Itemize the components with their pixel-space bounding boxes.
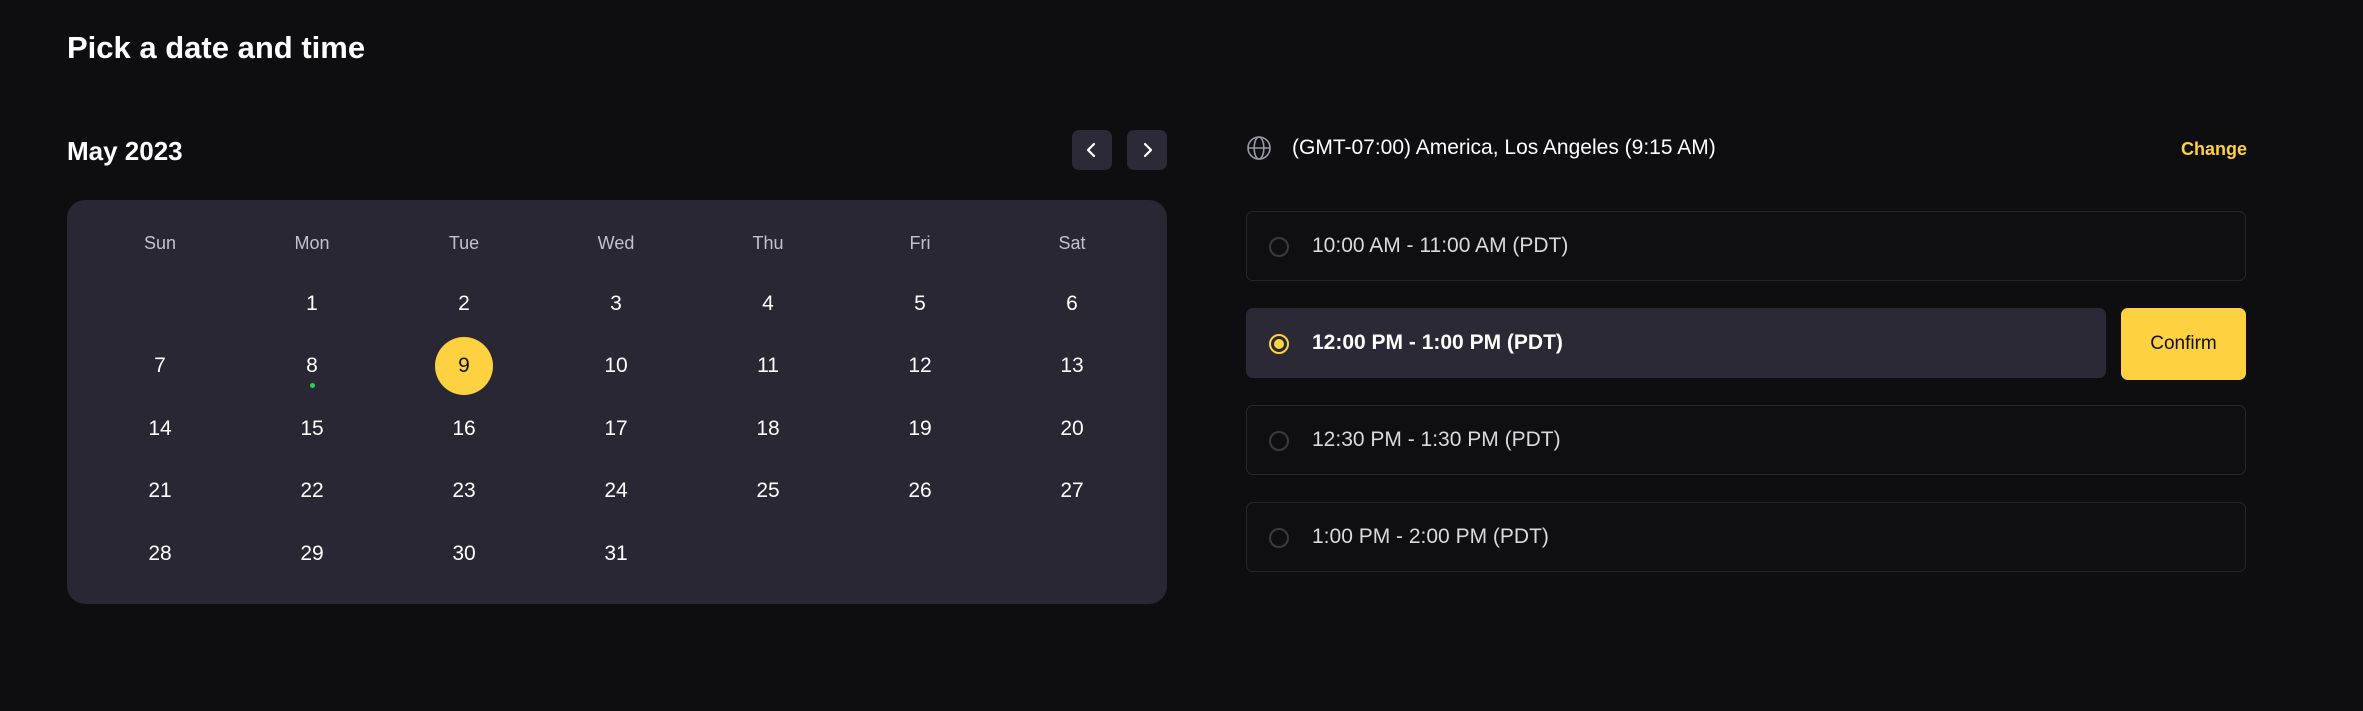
day-number: 27 (1060, 479, 1084, 502)
next-month-button[interactable] (1127, 130, 1167, 170)
weekday-label: Wed (597, 233, 635, 253)
time-slot-label: 1:00 PM - 2:00 PM (PDT) (1312, 525, 1549, 548)
calendar-day-8[interactable]: 8 (283, 337, 341, 395)
time-slot-label: 12:30 PM - 1:30 PM (PDT) (1312, 428, 1561, 451)
calendar-day-25[interactable]: 25 (739, 462, 797, 520)
day-number: 6 (1066, 292, 1078, 315)
timezone-label: (GMT-07:00) America, Los Angeles (9:15 A… (1292, 136, 1716, 159)
calendar-day-22[interactable]: 22 (283, 462, 341, 520)
calendar-day-29[interactable]: 29 (283, 525, 341, 583)
calendar-day-28[interactable]: 28 (131, 525, 189, 583)
calendar-day-31[interactable]: 31 (587, 525, 645, 583)
day-number: 8 (306, 354, 318, 377)
calendar-day-11[interactable]: 11 (739, 337, 797, 395)
weekday-label: Thu (752, 233, 784, 253)
day-number: 5 (914, 292, 926, 315)
calendar-day-4[interactable]: 4 (739, 275, 797, 333)
previous-month-button[interactable] (1072, 130, 1112, 170)
radio-unchecked-icon[interactable] (1269, 237, 1289, 257)
calendar-day-30[interactable]: 30 (435, 525, 493, 583)
calendar-day-21[interactable]: 21 (131, 462, 189, 520)
day-number: 12 (908, 354, 932, 377)
calendar-day-17[interactable]: 17 (587, 400, 645, 458)
weekday-header-row: Sun Mon Tue Wed Thu Fri Sat (67, 228, 1167, 258)
time-slot-option[interactable]: 12:30 PM - 1:30 PM (PDT) (1246, 405, 2246, 475)
day-number: 2 (458, 292, 470, 315)
calendar-day-12[interactable]: 12 (891, 337, 949, 395)
calendar-day-19[interactable]: 19 (891, 400, 949, 458)
calendar-day-23[interactable]: 23 (435, 462, 493, 520)
time-slot-option[interactable]: 10:00 AM - 11:00 AM (PDT) (1246, 211, 2246, 281)
day-number: 17 (604, 417, 628, 440)
day-number: 7 (154, 354, 166, 377)
day-number: 3 (610, 292, 622, 315)
calendar-day-6[interactable]: 6 (1043, 275, 1101, 333)
page-title: Pick a date and time (67, 30, 366, 65)
calendar-day-16[interactable]: 16 (435, 400, 493, 458)
change-timezone-link[interactable]: Change (2181, 132, 2247, 166)
weekday-label: Sat (1058, 233, 1086, 253)
day-number: 10 (604, 354, 628, 377)
calendar-day-3[interactable]: 3 (587, 275, 645, 333)
day-number: 13 (1060, 354, 1084, 377)
weekday-label: Fri (909, 233, 931, 253)
day-number: 15 (300, 417, 324, 440)
day-number: 4 (762, 292, 774, 315)
day-number: 14 (148, 417, 172, 440)
calendar-header: May 2023 (67, 130, 1167, 172)
day-number: 21 (148, 479, 172, 502)
day-number: 23 (452, 479, 476, 502)
day-number: 31 (604, 542, 628, 565)
timezone-row: (GMT-07:00) America, Los Angeles (9:15 A… (1246, 132, 2247, 166)
radio-checked-icon[interactable] (1269, 334, 1289, 354)
availability-dot (310, 383, 315, 388)
confirm-button[interactable]: Confirm (2121, 308, 2246, 380)
radio-unchecked-icon[interactable] (1269, 431, 1289, 451)
calendar-day-7[interactable]: 7 (131, 337, 189, 395)
calendar-grid: Sun Mon Tue Wed Thu Fri Sat 1 2 3 4 5 6 7 8 9 10 11 12 13 1… (67, 200, 1167, 604)
chevron-right-icon (1143, 142, 1153, 158)
calendar-day-1[interactable]: 1 (283, 275, 341, 333)
day-number: 11 (757, 354, 779, 377)
calendar-day-5[interactable]: 5 (891, 275, 949, 333)
time-slot-option[interactable]: 12:00 PM - 1:00 PM (PDT) (1246, 308, 2106, 378)
calendar-day-27[interactable]: 27 (1043, 462, 1101, 520)
calendar-day-2[interactable]: 2 (435, 275, 493, 333)
chevron-left-icon (1086, 142, 1096, 158)
calendar-day-20[interactable]: 20 (1043, 400, 1101, 458)
day-number: 1 (306, 292, 318, 315)
calendar-day-18[interactable]: 18 (739, 400, 797, 458)
calendar-day-24[interactable]: 24 (587, 462, 645, 520)
calendar-day-14[interactable]: 14 (131, 400, 189, 458)
day-number: 30 (452, 542, 476, 565)
day-number: 18 (756, 417, 780, 440)
scheduler-page: Pick a date and time May 2023 Sun Mon Tue W… (0, 0, 2363, 711)
day-number: 24 (604, 479, 628, 502)
calendar-day-9[interactable]: 9 (435, 337, 493, 395)
globe-icon (1247, 136, 1271, 160)
day-number: 9 (458, 354, 470, 377)
time-slot-label: 10:00 AM - 11:00 AM (PDT) (1312, 234, 1569, 257)
calendar-day-13[interactable]: 13 (1043, 337, 1101, 395)
day-number: 20 (1060, 417, 1084, 440)
time-slot-option[interactable]: 1:00 PM - 2:00 PM (PDT) (1246, 502, 2246, 572)
day-number: 29 (300, 542, 324, 565)
day-number: 19 (908, 417, 932, 440)
weekday-label: Mon (294, 233, 330, 253)
day-number: 25 (756, 479, 780, 502)
calendar-day-26[interactable]: 26 (891, 462, 949, 520)
day-number: 16 (452, 417, 476, 440)
weekday-label: Sun (143, 233, 177, 253)
day-number: 28 (148, 542, 172, 565)
time-slot-label: 12:00 PM - 1:00 PM (PDT) (1312, 331, 1563, 354)
calendar-day-10[interactable]: 10 (587, 337, 645, 395)
weekday-label: Tue (448, 233, 480, 253)
day-number: 26 (908, 479, 932, 502)
calendar-day-15[interactable]: 15 (283, 400, 341, 458)
day-number: 22 (300, 479, 324, 502)
radio-unchecked-icon[interactable] (1269, 528, 1289, 548)
month-label: May 2023 (67, 136, 183, 166)
